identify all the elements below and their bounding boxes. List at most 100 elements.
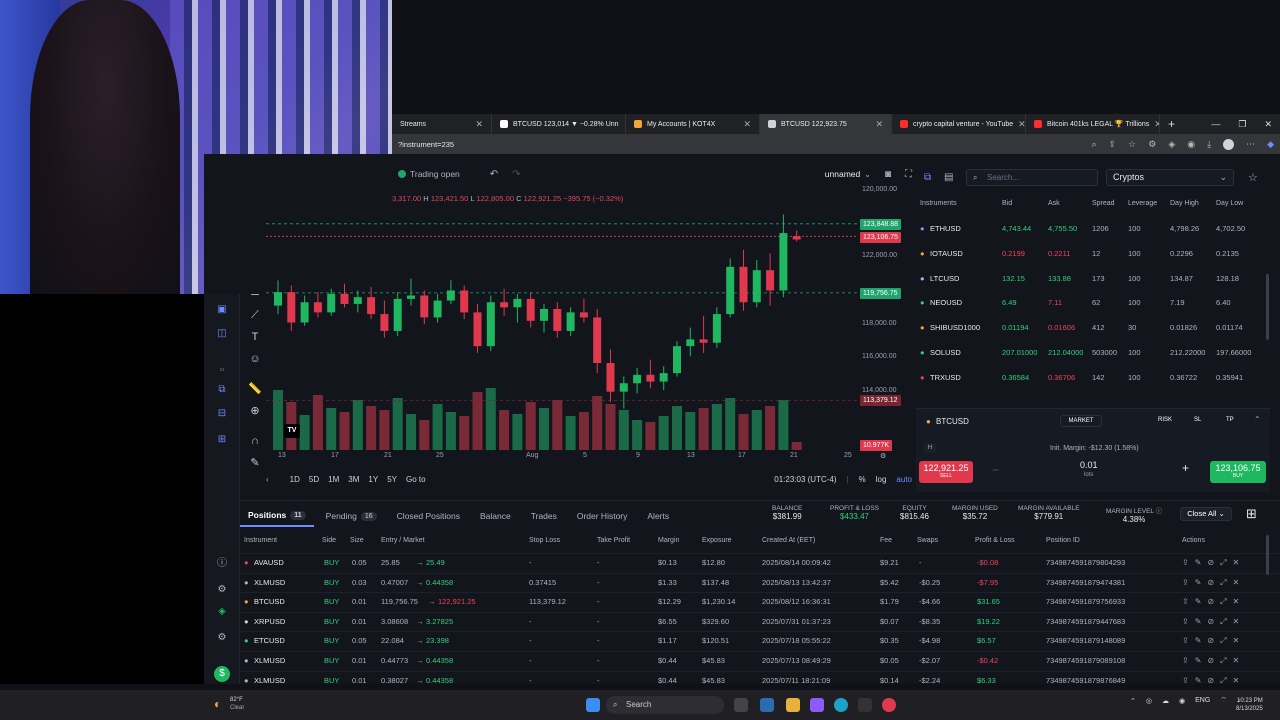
pencil-icon[interactable]: ✎: [248, 456, 262, 470]
minimize-icon[interactable]: —: [1211, 119, 1220, 130]
undo-icon[interactable]: ↶: [490, 169, 498, 180]
network-icon[interactable]: ◎: [1146, 697, 1152, 705]
tab-closed-positions[interactable]: Closed Positions: [389, 505, 468, 527]
range-1d[interactable]: 1D: [290, 475, 300, 484]
ruler-icon[interactable]: 📏: [248, 382, 262, 396]
account-avatar[interactable]: $: [214, 666, 230, 682]
position-actions[interactable]: ⇪✎⊘⤢✕: [1182, 656, 1245, 666]
auto-toggle[interactable]: auto: [896, 475, 912, 484]
share-icon[interactable]: ⇪: [1109, 139, 1117, 150]
lots-value[interactable]: 0.01: [1080, 460, 1098, 470]
tab-trades[interactable]: Trades: [523, 505, 565, 527]
tray-app-icon[interactable]: ◉: [1179, 697, 1185, 705]
browser-tab-active[interactable]: BTCUSD 122,923.75 ✕: [760, 114, 892, 134]
instrument-row[interactable]: ● LTCUSD 132.15 133.88 173 100 134.87 128.18: [912, 274, 1280, 288]
chevron-left-icon[interactable]: ‹: [266, 475, 269, 484]
file-explorer-icon[interactable]: [786, 698, 800, 712]
profile-avatar[interactable]: [1223, 138, 1235, 150]
panel-layout-icon[interactable]: ⧉: [216, 384, 228, 396]
goto-button[interactable]: Go to: [406, 475, 426, 484]
position-actions[interactable]: ⇪✎⊘⤢✕: [1182, 676, 1245, 686]
range-5y[interactable]: 5Y: [387, 475, 397, 484]
fullscreen-icon[interactable]: ⛶: [905, 169, 912, 180]
buy-button[interactable]: 123,106.75 BUY: [1210, 461, 1266, 483]
windows-start-icon[interactable]: [586, 698, 600, 712]
sell-button[interactable]: 122,921.25 SELL: [919, 461, 973, 483]
tab-pending[interactable]: Pending 16: [318, 505, 385, 527]
range-1y[interactable]: 1Y: [368, 475, 378, 484]
market-order-button[interactable]: MARKET: [1060, 415, 1102, 427]
position-row[interactable]: ● XLMUSD BUY 0.01 0.44773 → 0.44358 - - $0.44 $45.…: [240, 651, 1280, 670]
close-tab-icon[interactable]: ✕: [1154, 119, 1159, 130]
extension-icon[interactable]: ◈: [1168, 139, 1175, 150]
panel-stack-icon[interactable]: ⊞: [216, 434, 228, 446]
tab-balance[interactable]: Balance: [472, 505, 519, 527]
redo-icon[interactable]: ↷: [512, 169, 520, 180]
takeprofit-button[interactable]: TP: [1226, 417, 1234, 423]
range-3m[interactable]: 3M: [348, 475, 359, 484]
instrument-search-input[interactable]: ⌕ Search...: [966, 169, 1098, 186]
task-view-icon[interactable]: [734, 698, 748, 712]
close-tab-icon[interactable]: ✕: [743, 119, 751, 130]
browser-tab[interactable]: Streams ✕: [392, 114, 492, 134]
close-tab-icon[interactable]: ✕: [475, 119, 483, 130]
position-actions[interactable]: ⇪✎⊘⤢✕: [1182, 617, 1245, 627]
instrument-row[interactable]: ● TRXUSD 0.36584 0.36706 142 100 0.36722 0.3594…: [912, 373, 1280, 387]
list-tab-icon[interactable]: ▤: [944, 172, 953, 183]
tray-chevron-icon[interactable]: ⌃: [1130, 697, 1136, 705]
chrome-browser-icon[interactable]: [882, 698, 896, 712]
shield-icon[interactable]: ◈: [216, 606, 228, 618]
instrument-row[interactable]: ● SOLUSD 207.01000 212.04000 503000 100 212.22…: [912, 348, 1280, 362]
downloads-icon[interactable]: ⤓: [1207, 139, 1211, 150]
category-select[interactable]: Cryptos ⌄: [1106, 169, 1234, 186]
tab-order-history[interactable]: Order History: [569, 505, 636, 527]
edge-browser-icon[interactable]: [834, 698, 848, 712]
browser-tab[interactable]: crypto capital venture - YouTube ✕: [892, 114, 1026, 134]
browser-tab[interactable]: Bitcoin 401ks LEGAL 🏆 Trillions ✕: [1026, 114, 1160, 134]
store-icon[interactable]: [760, 698, 774, 712]
instrument-row[interactable]: ● IOTAUSD 0.2199 0.2211 12 100 0.2296 0.2135: [912, 249, 1280, 263]
log-toggle[interactable]: log: [876, 475, 887, 484]
close-all-button[interactable]: Close All ⌄: [1180, 507, 1232, 521]
grid-nav-icon[interactable]: ◫: [216, 328, 228, 340]
extension-icon[interactable]: ◉: [1187, 139, 1195, 150]
zoom-icon[interactable]: ⌕: [1092, 139, 1097, 150]
position-actions[interactable]: ⇪✎⊘⤢✕: [1182, 578, 1245, 588]
position-row[interactable]: ● ETCUSD BUY 0.05 22.084 → 23.398 - - $1.17 $120.5…: [240, 631, 1280, 650]
hedge-toggle[interactable]: H: [924, 443, 936, 453]
risk-button[interactable]: RISK: [1158, 417, 1172, 423]
close-tab-icon[interactable]: ✕: [875, 119, 883, 130]
position-actions[interactable]: ⇪✎⊘⤢✕: [1182, 597, 1245, 607]
address-bar[interactable]: ?instrument=235 ⌕ ⇪ ☆ ⚙ ◈ ◉ ⤓ ⋯ ◆: [392, 134, 1280, 154]
position-row[interactable]: ● XRPUSD BUY 0.01 3.08608 → 3.27825 - - $6.55 $329…: [240, 611, 1280, 631]
settings-icon[interactable]: ⚙: [216, 584, 228, 596]
stoploss-button[interactable]: SL: [1194, 417, 1201, 423]
chevron-up-icon[interactable]: ⌃: [1254, 415, 1261, 424]
trendline-icon[interactable]: ⟋: [248, 308, 262, 322]
favorites-star-icon[interactable]: ☆: [1248, 171, 1258, 184]
price-axis[interactable]: 120,000.00 123,848.88 123,106.75 122,000…: [858, 186, 912, 451]
position-row[interactable]: ● XLMUSD BUY 0.03 0.47007 → 0.44358 0.37415 - $1.…: [240, 572, 1280, 592]
instrument-row[interactable]: ● NEOUSD 6.49 7.11 62 100 7.19 6.40: [912, 298, 1280, 312]
copilot-icon[interactable]: ◆: [1267, 139, 1274, 150]
minus-icon[interactable]: −: [992, 463, 999, 477]
extensions-icon[interactable]: ⚙: [1148, 139, 1156, 150]
percent-toggle[interactable]: %: [859, 475, 866, 484]
position-actions[interactable]: ⇪✎⊘⤢✕: [1182, 636, 1245, 646]
bookmark-star-icon[interactable]: ☆: [1128, 139, 1136, 150]
instrument-row[interactable]: ● SHIBUSD1000 0.01194 0.01606 412 30 0.01826 0.…: [912, 323, 1280, 337]
wifi-icon[interactable]: ⌔: [1220, 696, 1227, 705]
axis-settings-icon[interactable]: ⚙: [880, 452, 886, 460]
zoom-in-icon[interactable]: ⊕: [248, 404, 262, 418]
panel-split-icon[interactable]: ⊟: [216, 408, 228, 420]
candlestick-chart[interactable]: [266, 188, 858, 450]
restore-icon[interactable]: ❐: [1238, 119, 1246, 130]
weather-widget[interactable]: 82°F Clear: [230, 696, 244, 712]
position-row[interactable]: ● BTCUSD BUY 0.01 119,756.75 → 122,921.25 113,3…: [240, 592, 1280, 611]
range-1m[interactable]: 1M: [328, 475, 339, 484]
close-window-icon[interactable]: ✕: [1264, 119, 1272, 130]
scrollbar[interactable]: [1266, 535, 1269, 575]
browser-tab[interactable]: My Accounts | KOT4X ✕: [626, 114, 760, 134]
onedrive-icon[interactable]: ☁: [1162, 697, 1169, 705]
position-row[interactable]: ● AVAUSD BUY 0.05 25.85 → 25.49 - - $0.13 $12.80 20…: [240, 553, 1280, 572]
